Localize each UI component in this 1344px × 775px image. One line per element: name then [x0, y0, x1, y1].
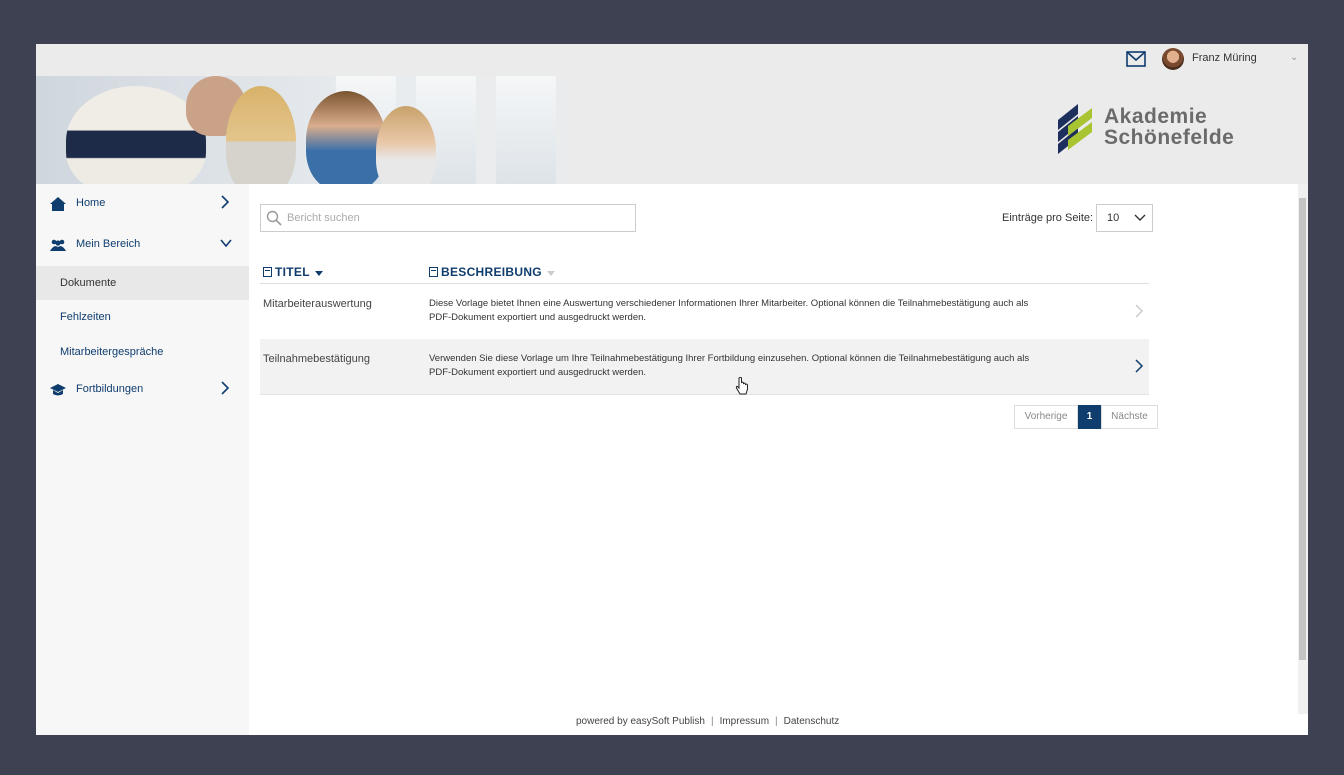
header: Franz Müring ⌄ Akademie Schönefelde: [36, 44, 1308, 184]
user-name[interactable]: Franz Müring: [1192, 52, 1257, 64]
app-window: Franz Müring ⌄ Akademie Schönefelde Home: [36, 44, 1308, 735]
footer-impressum-link[interactable]: Impressum: [720, 716, 769, 727]
sort-desc-icon: [314, 270, 323, 276]
logo: Akademie Schönefelde: [1056, 102, 1276, 158]
sidebar-item-label: Fortbildungen: [76, 383, 144, 395]
footer-powered-by: powered by easySoft Publish: [576, 716, 705, 727]
people-icon: [50, 239, 66, 251]
pagination-prev-button[interactable]: Vorherige: [1014, 405, 1078, 429]
sidebar-item-label: Mitarbeitergespräche: [60, 346, 164, 358]
scrollbar-thumb[interactable]: [1299, 198, 1306, 660]
pagination-page-button[interactable]: 1: [1078, 405, 1101, 429]
column-icon: [263, 267, 272, 277]
table-row[interactable]: Mitarbeiterauswertung Diese Vorlage biet…: [260, 284, 1149, 340]
column-header-beschreibung[interactable]: BESCHREIBUNG: [429, 265, 555, 279]
search-icon: [266, 210, 282, 226]
search-input[interactable]: [285, 209, 629, 227]
graduation-cap-icon: [50, 384, 66, 396]
search-field[interactable]: [260, 204, 636, 232]
row-title: Mitarbeiterauswertung: [263, 298, 372, 310]
column-icon: [429, 267, 438, 277]
avatar[interactable]: [1162, 48, 1184, 70]
hero-banner-image: [36, 76, 596, 184]
sidebar-item-mitarbeitergespraeche[interactable]: Mitarbeitergespräche: [36, 335, 249, 369]
chevron-right-icon[interactable]: [1134, 358, 1144, 374]
sidebar-item-mein-bereich[interactable]: Mein Bereich: [36, 225, 249, 265]
row-description: Verwenden Sie diese Vorlage um Ihre Teil…: [429, 353, 1030, 378]
chevron-down-icon: [220, 239, 232, 248]
footer-datenschutz-link[interactable]: Datenschutz: [784, 716, 840, 727]
scrollbar[interactable]: [1298, 184, 1308, 714]
row-title: Teilnahmebestätigung: [263, 353, 371, 365]
mail-icon[interactable]: [1126, 51, 1146, 67]
logo-mark-icon: [1058, 104, 1092, 154]
entries-per-page-label: Einträge pro Seite:: [1002, 212, 1094, 224]
sidebar-item-fehlzeiten[interactable]: Fehlzeiten: [36, 300, 249, 334]
home-icon: [50, 197, 66, 211]
sidebar-item-home[interactable]: Home: [36, 184, 249, 224]
sidebar-item-label: Home: [76, 197, 106, 209]
entries-per-page-select[interactable]: 10: [1096, 204, 1153, 232]
sidebar-item-dokumente[interactable]: Dokumente: [36, 266, 249, 300]
column-header-titel[interactable]: TITEL: [263, 265, 323, 279]
chevron-down-icon[interactable]: ⌄: [1290, 52, 1298, 63]
chevron-down-icon: [1134, 214, 1146, 221]
hand-cursor-icon: [735, 377, 748, 395]
chevron-right-icon: [221, 195, 230, 209]
column-header-label: TITEL: [275, 265, 310, 279]
footer: powered by easySoft Publish | Impressum | Da…: [576, 716, 840, 727]
chevron-right-icon: [221, 381, 230, 395]
logo-line-1: Akademie: [1104, 105, 1208, 128]
logo-line-2: Schönefelde: [1104, 126, 1235, 149]
pagination-next-button[interactable]: Nächste: [1101, 405, 1158, 429]
sidebar: Home Mein Bereich Dokumente Fehlzeiten M…: [36, 184, 249, 735]
sidebar-item-label: Mein Bereich: [76, 238, 141, 250]
entries-per-page-value: 10: [1107, 212, 1120, 224]
sidebar-item-label: Fehlzeiten: [60, 311, 111, 323]
column-header-label: BESCHREIBUNG: [441, 265, 542, 279]
chevron-right-icon[interactable]: [1134, 303, 1144, 319]
sort-icon: [546, 270, 555, 276]
sidebar-item-label: Dokumente: [60, 277, 117, 289]
sidebar-item-fortbildungen[interactable]: Fortbildungen: [36, 370, 249, 410]
row-description: Diese Vorlage bietet Ihnen eine Auswertu…: [429, 298, 1029, 323]
table-row[interactable]: Teilnahmebestätigung Verwenden Sie diese…: [260, 339, 1149, 395]
